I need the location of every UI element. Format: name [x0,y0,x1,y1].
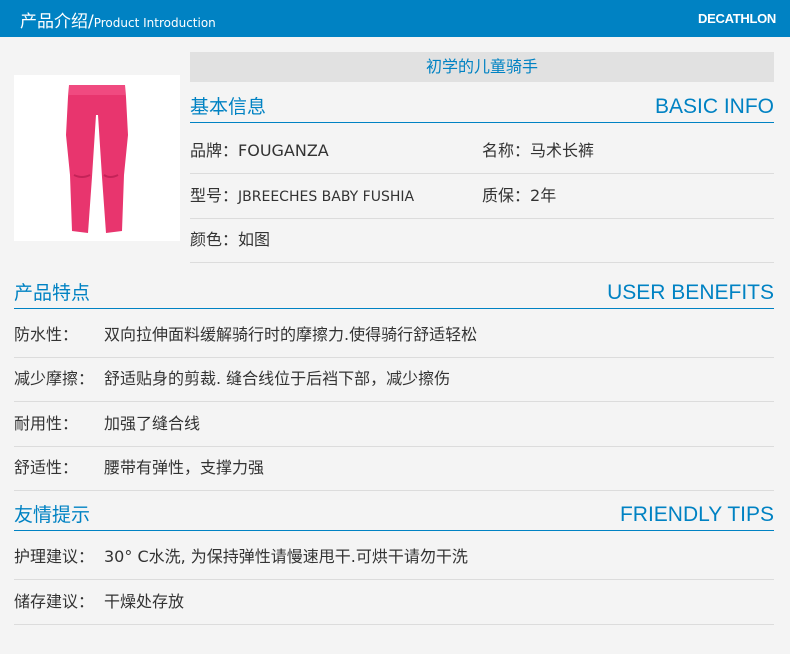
brand-value: FOUGANZA [238,141,329,160]
benefit-text: 腰带有弹性，支撑力强 [104,458,265,477]
tip-label: 储存建议： [14,592,95,611]
decathlon-logo: DECATHLON [698,11,776,26]
color-field: 颜色：如图 [190,219,270,261]
brand-field: 品牌：FOUGANZA [190,130,329,172]
warranty-value: 2年 [530,186,557,205]
basic-info-row-1: 品牌：FOUGANZA 名称：马术长裤 [190,130,774,174]
benefits-heading-cn: 产品特点 [14,282,91,304]
product-image [14,75,180,241]
benefit-row: 舒适性： 腰带有弹性，支撑力强 [14,447,774,491]
benefit-row: 防水性： 双向拉伸面料缓解骑行时的摩擦力.使得骑行舒适轻松 [14,314,774,358]
benefit-text: 双向拉伸面料缓解骑行时的摩擦力.使得骑行舒适轻松 [104,325,478,344]
benefit-row: 耐用性： 加强了缝合线 [14,403,774,447]
benefits-heading: 产品特点 USER BENEFITS [14,279,774,309]
tip-label: 护理建议： [14,547,95,566]
benefit-text: 加强了缝合线 [104,414,201,433]
header-bar: 产品介绍/Product Introduction DECATHLON [0,0,790,37]
basic-info-heading-cn: 基本信息 [190,96,267,118]
name-field: 名称：马术长裤 [482,130,594,172]
name-value: 马术长裤 [530,141,595,160]
brand-label: 品牌： [190,141,239,160]
benefit-label: 防水性： [14,325,79,344]
tips-heading-en: FRIENDLY TIPS [619,503,774,526]
header-title: 产品介绍/Product Introduction [20,7,216,32]
pants-icon [66,85,128,233]
tips-heading-cn: 友情提示 [14,504,91,526]
color-label: 颜色： [190,230,239,249]
benefit-label: 耐用性： [14,414,79,433]
tips-heading: 友情提示 FRIENDLY TIPS [14,501,774,531]
benefit-label: 舒适性： [14,458,79,477]
basic-info-row-3: 颜色：如图 [190,219,774,263]
product-title: 初学的儿童骑手 [190,52,774,82]
model-label: 型号： [190,186,239,205]
tip-text: 30° C水洗, 为保持弹性请慢速甩干.可烘干请勿干洗 [104,547,468,566]
model-field: 型号：JBREECHES BABY FUSHIA [190,175,414,218]
benefit-label: 减少摩擦： [14,369,95,388]
benefit-text: 舒适贴身的剪裁. 缝合线位于后裆下部，减少擦伤 [104,369,451,388]
tip-text: 干燥处存放 [104,592,185,611]
basic-info-heading: 基本信息 BASIC INFO [190,93,774,123]
basic-info-row-2: 型号：JBREECHES BABY FUSHIA 质保：2年 [190,175,774,219]
warranty-label: 质保： [482,186,531,205]
basic-info-heading-en: BASIC INFO [654,95,774,118]
warranty-field: 质保：2年 [482,175,556,217]
model-value: JBREECHES BABY FUSHIA [238,189,415,205]
header-title-cn: 产品介绍/ [20,12,94,32]
tip-row: 储存建议： 干燥处存放 [14,581,774,625]
color-value: 如图 [238,230,271,249]
benefits-heading-en: USER BENEFITS [607,281,774,304]
header-title-en: Product Introduction [93,16,216,30]
tip-row: 护理建议： 30° C水洗, 为保持弹性请慢速甩干.可烘干请勿干洗 [14,536,774,580]
benefit-row: 减少摩擦： 舒适贴身的剪裁. 缝合线位于后裆下部，减少擦伤 [14,358,774,402]
name-label: 名称： [482,141,531,160]
